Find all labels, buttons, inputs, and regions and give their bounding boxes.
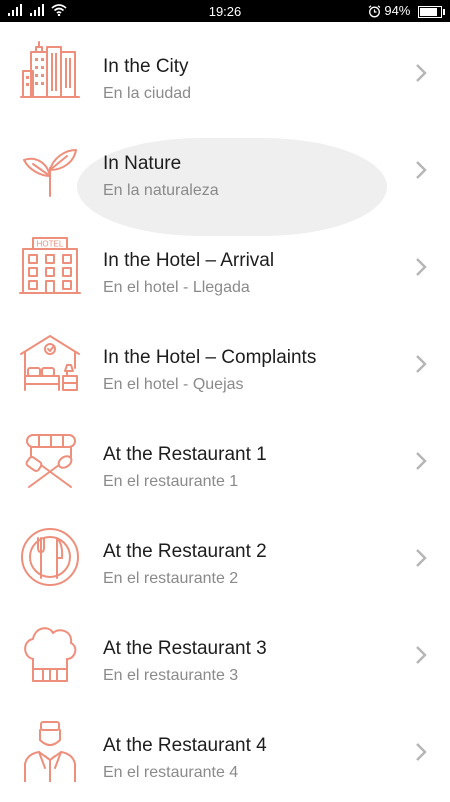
chevron-right-icon [416,549,427,567]
item-title: In the City [103,56,189,77]
status-bar: 19:26 94% [0,0,450,22]
chevron-right-icon [416,258,427,276]
item-title: At the Restaurant 3 [103,638,267,659]
item-subtitle: En el restaurante 3 [103,667,239,684]
list-item-in-nature[interactable]: In Nature En la naturaleza [0,123,450,220]
list-item-restaurant-4[interactable]: At the Restaurant 4 En el restaurante 4 [0,705,450,802]
chevron-right-icon [416,452,427,470]
item-title: In the Hotel – Arrival [103,250,275,271]
item-subtitle: En el restaurante 2 [103,570,239,587]
chevron-right-icon [416,64,427,82]
hotel-sign-text: HOTEL [37,240,64,249]
list-item-restaurant-1[interactable]: At the Restaurant 1 En el restaurante 1 [0,414,450,511]
list-item-in-the-city[interactable]: In the City En la ciudad [0,26,450,123]
hotel-room-bed-icon [19,332,81,394]
chevron-right-icon [416,355,427,373]
item-subtitle: En la ciudad [103,85,192,102]
plate-fork-knife-icon [19,526,81,588]
item-title: At the Restaurant 1 [103,444,267,465]
item-subtitle: En el restaurante 1 [103,473,239,490]
list-item-restaurant-3[interactable]: At the Restaurant 3 En el restaurante 3 [0,608,450,705]
chevron-right-icon [416,743,427,761]
grill-utensils-icon [19,429,81,491]
item-subtitle: En la naturaleza [103,182,219,199]
item-title: In Nature [103,153,182,174]
item-title: At the Restaurant 4 [103,735,267,756]
chef-hat-icon [19,623,81,685]
list-item-hotel-complaints[interactable]: In the Hotel – Complaints En el hotel - … [0,317,450,414]
item-title: In the Hotel – Complaints [103,347,317,368]
sprout-icon [19,138,81,200]
city-buildings-icon [19,41,81,103]
item-subtitle: En el hotel - Llegada [103,279,250,296]
chevron-right-icon [416,646,427,664]
battery-percent: 94% [384,3,411,18]
waiter-icon [19,720,81,783]
battery-icon [418,5,445,18]
list-item-restaurant-2[interactable]: At the Restaurant 2 En el restaurante 2 [0,511,450,608]
chevron-right-icon [416,161,427,179]
alarm-clock-icon [368,5,381,18]
item-title: At the Restaurant 2 [103,541,267,562]
item-subtitle: En el hotel - Quejas [103,376,244,393]
hotel-building-icon: HOTEL [19,235,81,297]
list-item-hotel-arrival[interactable]: HOTEL In the Hotel – Arrival En el hotel… [0,220,450,317]
item-subtitle: En el restaurante 4 [103,764,239,781]
